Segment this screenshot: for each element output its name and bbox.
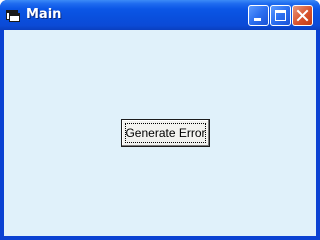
minimize-button[interactable] [248,5,269,26]
app-window-icon[interactable] [6,9,20,22]
main-window: Main Generate Error [0,0,320,240]
title-bar[interactable]: Main [0,0,320,30]
minimize-icon [254,18,261,21]
maximize-button[interactable] [270,5,291,26]
window-title: Main [26,7,62,22]
close-button[interactable] [292,5,313,26]
generate-error-label: Generate Error [125,126,206,140]
maximize-icon [275,10,286,21]
generate-error-button[interactable]: Generate Error [121,119,210,147]
close-icon [296,9,309,22]
form-client-area: Generate Error [4,30,316,236]
